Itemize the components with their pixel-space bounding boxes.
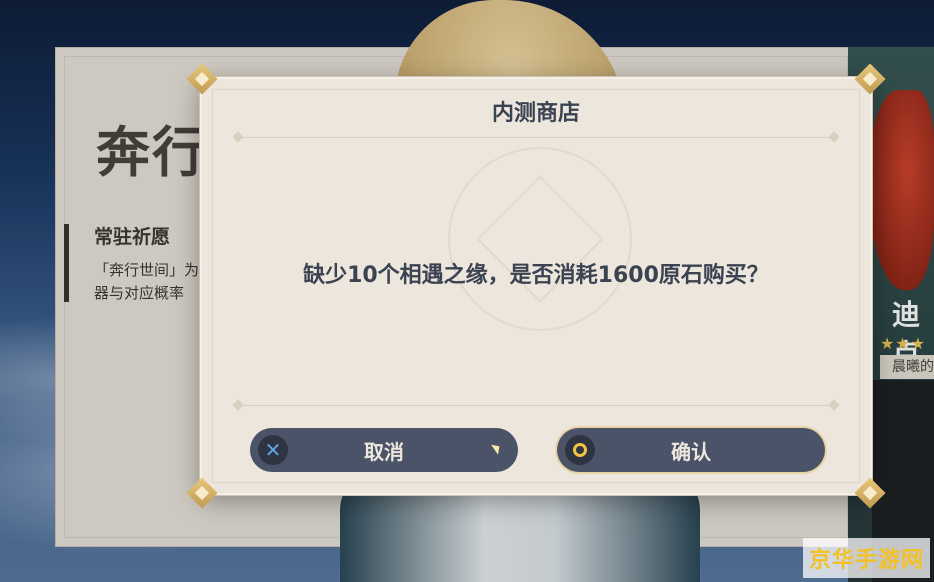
confirm-button[interactable]: 确认 bbox=[557, 428, 825, 472]
dialog-title: 内测商店 bbox=[491, 101, 580, 126]
cursor-icon bbox=[491, 441, 503, 455]
confirm-button-label: 确认 bbox=[671, 439, 711, 464]
button-divider bbox=[234, 405, 838, 406]
site-watermark: 京华手游网 bbox=[802, 538, 930, 578]
dialog-message: 缺少10个相遇之缘，是否消耗1600原石购买？ bbox=[303, 263, 769, 288]
emblem-watermark-icon bbox=[448, 147, 632, 331]
purchase-dialog: 内测商店 缺少10个相遇之缘，是否消耗1600原石购买？ ✕ 取消 确认 bbox=[186, 63, 886, 509]
o-circle-icon bbox=[565, 435, 595, 465]
title-divider bbox=[234, 137, 838, 138]
cancel-button[interactable]: ✕ 取消 bbox=[250, 428, 518, 472]
x-circle-icon: ✕ bbox=[258, 435, 288, 465]
cancel-button-label: 取消 bbox=[364, 439, 404, 464]
